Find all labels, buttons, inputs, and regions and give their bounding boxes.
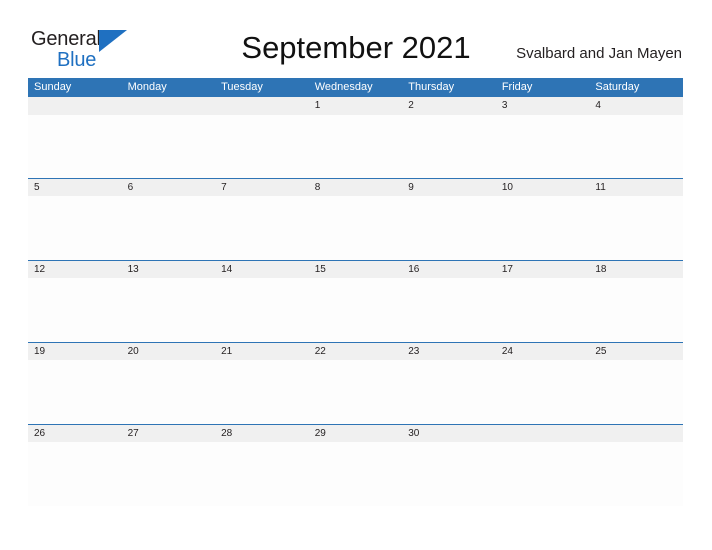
day-event-cell[interactable] — [309, 278, 403, 342]
day-event-cell[interactable] — [309, 442, 403, 506]
date-cell[interactable]: 17 — [496, 261, 590, 278]
week-event-area — [28, 360, 683, 424]
date-cell[interactable] — [215, 97, 309, 114]
week-date-band: 5 6 7 8 9 10 11 — [28, 178, 683, 196]
day-event-cell[interactable] — [122, 278, 216, 342]
date-cell[interactable]: 29 — [309, 425, 403, 442]
date-cell[interactable] — [589, 425, 683, 442]
date-cell[interactable]: 21 — [215, 343, 309, 360]
date-cell[interactable] — [496, 425, 590, 442]
day-event-cell[interactable] — [215, 196, 309, 260]
date-cell[interactable]: 24 — [496, 343, 590, 360]
day-event-cell[interactable] — [215, 115, 309, 178]
day-event-cell[interactable] — [28, 442, 122, 506]
date-cell[interactable]: 19 — [28, 343, 122, 360]
weekday-header-friday: Friday — [501, 81, 533, 93]
day-event-cell[interactable] — [215, 278, 309, 342]
date-cell[interactable]: 13 — [122, 261, 216, 278]
date-cell[interactable]: 7 — [215, 179, 309, 196]
date-cell[interactable]: 28 — [215, 425, 309, 442]
day-event-cell[interactable] — [402, 442, 496, 506]
weekday-header-wednesday: Wednesday — [314, 81, 373, 93]
date-cell[interactable]: 9 — [402, 179, 496, 196]
week-event-area — [28, 442, 683, 506]
date-cell[interactable]: 16 — [402, 261, 496, 278]
date-cell[interactable]: 26 — [28, 425, 122, 442]
date-cell[interactable]: 15 — [309, 261, 403, 278]
week-row: 26 27 28 29 30 — [28, 424, 683, 506]
day-event-cell[interactable] — [122, 360, 216, 424]
date-cell[interactable]: 10 — [496, 179, 590, 196]
date-cell[interactable]: 8 — [309, 179, 403, 196]
day-event-cell[interactable] — [402, 360, 496, 424]
weekday-header-saturday: Saturday — [595, 81, 640, 93]
date-cell[interactable]: 2 — [402, 97, 496, 114]
day-event-cell[interactable] — [28, 360, 122, 424]
date-cell[interactable]: 27 — [122, 425, 216, 442]
week-date-band: 19 20 21 22 23 24 25 — [28, 342, 683, 360]
week-event-area — [28, 115, 683, 178]
date-cell[interactable]: 23 — [402, 343, 496, 360]
week-date-band: 1 2 3 4 — [28, 97, 683, 115]
week-row: 19 20 21 22 23 24 25 — [28, 342, 683, 424]
date-cell[interactable] — [122, 97, 216, 114]
day-event-cell[interactable] — [496, 115, 590, 178]
calendar-grid: Sunday Monday Tuesday Wednesday Thursday… — [28, 78, 683, 506]
day-event-cell[interactable] — [589, 278, 683, 342]
date-cell[interactable]: 5 — [28, 179, 122, 196]
date-cell[interactable]: 20 — [122, 343, 216, 360]
day-event-cell[interactable] — [215, 442, 309, 506]
week-date-band: 12 13 14 15 16 17 18 — [28, 260, 683, 278]
week-event-area — [28, 196, 683, 260]
day-event-cell[interactable] — [402, 278, 496, 342]
date-cell[interactable]: 11 — [589, 179, 683, 196]
date-cell[interactable]: 12 — [28, 261, 122, 278]
date-cell[interactable]: 14 — [215, 261, 309, 278]
weekday-header-tuesday: Tuesday — [221, 81, 263, 93]
day-event-cell[interactable] — [122, 196, 216, 260]
week-event-area — [28, 278, 683, 342]
day-event-cell[interactable] — [496, 278, 590, 342]
day-event-cell[interactable] — [589, 115, 683, 178]
day-event-cell[interactable] — [28, 196, 122, 260]
weekday-header-monday: Monday — [127, 81, 167, 93]
day-event-cell[interactable] — [402, 196, 496, 260]
day-event-cell[interactable] — [496, 196, 590, 260]
day-event-cell[interactable] — [309, 196, 403, 260]
weekday-header-row: Sunday Monday Tuesday Wednesday Thursday… — [28, 78, 683, 97]
date-cell[interactable]: 30 — [402, 425, 496, 442]
day-event-cell[interactable] — [28, 278, 122, 342]
day-event-cell[interactable] — [589, 442, 683, 506]
day-event-cell[interactable] — [496, 360, 590, 424]
week-date-band: 26 27 28 29 30 — [28, 424, 683, 442]
week-row: 12 13 14 15 16 17 18 — [28, 260, 683, 342]
date-cell[interactable]: 18 — [589, 261, 683, 278]
region-label: Svalbard and Jan Mayen — [516, 45, 682, 62]
date-cell[interactable]: 25 — [589, 343, 683, 360]
day-event-cell[interactable] — [215, 360, 309, 424]
date-cell[interactable]: 3 — [496, 97, 590, 114]
day-event-cell[interactable] — [122, 115, 216, 178]
day-event-cell[interactable] — [589, 360, 683, 424]
date-cell[interactable]: 6 — [122, 179, 216, 196]
week-row: 1 2 3 4 — [28, 97, 683, 178]
date-cell[interactable]: 1 — [309, 97, 403, 114]
weekday-header-thursday: Thursday — [408, 81, 455, 93]
day-event-cell[interactable] — [122, 442, 216, 506]
day-event-cell[interactable] — [496, 442, 590, 506]
week-row: 5 6 7 8 9 10 11 — [28, 178, 683, 260]
day-event-cell[interactable] — [589, 196, 683, 260]
day-event-cell[interactable] — [402, 115, 496, 178]
date-cell[interactable]: 4 — [589, 97, 683, 114]
day-event-cell[interactable] — [28, 115, 122, 178]
day-event-cell[interactable] — [309, 115, 403, 178]
weekday-header-sunday: Sunday — [34, 81, 72, 93]
day-event-cell[interactable] — [309, 360, 403, 424]
date-cell[interactable]: 22 — [309, 343, 403, 360]
date-cell[interactable] — [28, 97, 122, 114]
page-header: General Blue September 2021 Svalbard and… — [0, 0, 712, 78]
